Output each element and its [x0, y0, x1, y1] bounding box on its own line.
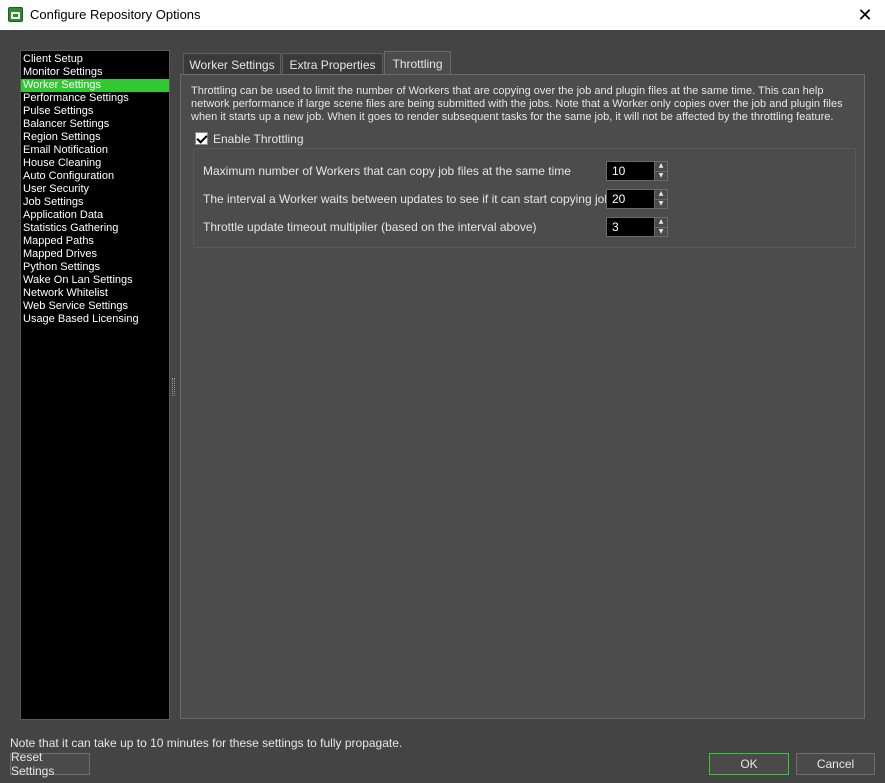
sidebar-item-mapped-paths[interactable]: Mapped Paths	[21, 235, 169, 248]
sidebar-item-python-settings[interactable]: Python Settings	[21, 261, 169, 274]
sidebar-item-user-security[interactable]: User Security	[21, 183, 169, 196]
cancel-button[interactable]: Cancel	[796, 753, 875, 775]
enable-throttling-label: Enable Throttling	[213, 131, 304, 146]
enable-throttling-row[interactable]: Enable Throttling	[195, 131, 304, 146]
throttling-settings-group: Maximum number of Workers that can copy …	[193, 148, 856, 248]
sidebar-item-pulse-settings[interactable]: Pulse Settings	[21, 105, 169, 118]
tab-extra-properties[interactable]: Extra Properties	[282, 53, 383, 75]
timeout-multiplier-value[interactable]: 3	[607, 218, 654, 236]
setting-row-timeout-multiplier: Throttle update timeout multiplier (base…	[203, 217, 673, 237]
setting-row-interval: The interval a Worker waits between upda…	[203, 189, 673, 209]
setting-row-max-workers: Maximum number of Workers that can copy …	[203, 161, 673, 181]
sidebar-item-auto-configuration[interactable]: Auto Configuration	[21, 170, 169, 183]
sidebar-item-client-setup[interactable]: Client Setup	[21, 53, 169, 66]
sidebar-item-statistics-gathering[interactable]: Statistics Gathering	[21, 222, 169, 235]
spin-up-icon[interactable]: ▲	[655, 190, 667, 199]
enable-throttling-checkbox[interactable]	[195, 132, 208, 145]
tab-worker-settings[interactable]: Worker Settings	[183, 53, 281, 75]
reset-settings-button[interactable]: Reset Settings	[10, 750, 90, 778]
spin-up-icon[interactable]: ▲	[655, 162, 667, 171]
sidebar-item-job-settings[interactable]: Job Settings	[21, 196, 169, 209]
sidebar-item-monitor-settings[interactable]: Monitor Settings	[21, 66, 169, 79]
sidebar-item-network-whitelist[interactable]: Network Whitelist	[21, 287, 169, 300]
throttling-description: Throttling can be used to limit the numb…	[191, 85, 843, 123]
app-icon	[8, 7, 23, 22]
spin-down-icon[interactable]: ▼	[655, 198, 667, 208]
ok-button[interactable]: OK	[709, 753, 789, 775]
sidebar-item-mapped-drives[interactable]: Mapped Drives	[21, 248, 169, 261]
interval-label: The interval a Worker waits between upda…	[203, 192, 636, 206]
sidebar-item-region-settings[interactable]: Region Settings	[21, 131, 169, 144]
sidebar-item-balancer-settings[interactable]: Balancer Settings	[21, 118, 169, 131]
sidebar-item-usage-based-licensing[interactable]: Usage Based Licensing	[21, 313, 169, 326]
timeout-multiplier-label: Throttle update timeout multiplier (base…	[203, 220, 537, 234]
max-workers-value[interactable]: 10	[607, 162, 654, 180]
sidebar-item-email-notification[interactable]: Email Notification	[21, 144, 169, 157]
splitter-handle[interactable]	[172, 378, 175, 396]
spin-up-icon[interactable]: ▲	[655, 218, 667, 227]
spin-down-icon[interactable]: ▼	[655, 226, 667, 236]
spin-down-icon[interactable]: ▼	[655, 170, 667, 180]
throttling-panel: Throttling can be used to limit the numb…	[180, 74, 865, 719]
sidebar-item-house-cleaning[interactable]: House Cleaning	[21, 157, 169, 170]
max-workers-label: Maximum number of Workers that can copy …	[203, 164, 571, 178]
interval-spinbox[interactable]: 20 ▲ ▼	[606, 189, 668, 209]
sidebar-item-wake-on-lan-settings[interactable]: Wake On Lan Settings	[21, 274, 169, 287]
sidebar-item-worker-settings[interactable]: Worker Settings	[21, 79, 169, 92]
propagation-note: Note that it can take up to 10 minutes f…	[10, 736, 403, 750]
timeout-multiplier-spinbox[interactable]: 3 ▲ ▼	[606, 217, 668, 237]
close-icon[interactable]: ✕	[845, 0, 885, 30]
title-bar: Configure Repository Options ✕	[0, 0, 885, 30]
interval-value[interactable]: 20	[607, 190, 654, 208]
sidebar-item-application-data[interactable]: Application Data	[21, 209, 169, 222]
window-title: Configure Repository Options	[30, 7, 201, 22]
sidebar-item-performance-settings[interactable]: Performance Settings	[21, 92, 169, 105]
max-workers-spinbox[interactable]: 10 ▲ ▼	[606, 161, 668, 181]
settings-category-list[interactable]: Client Setup Monitor Settings Worker Set…	[20, 50, 170, 720]
sidebar-item-web-service-settings[interactable]: Web Service Settings	[21, 300, 169, 313]
tab-throttling[interactable]: Throttling	[384, 51, 451, 76]
